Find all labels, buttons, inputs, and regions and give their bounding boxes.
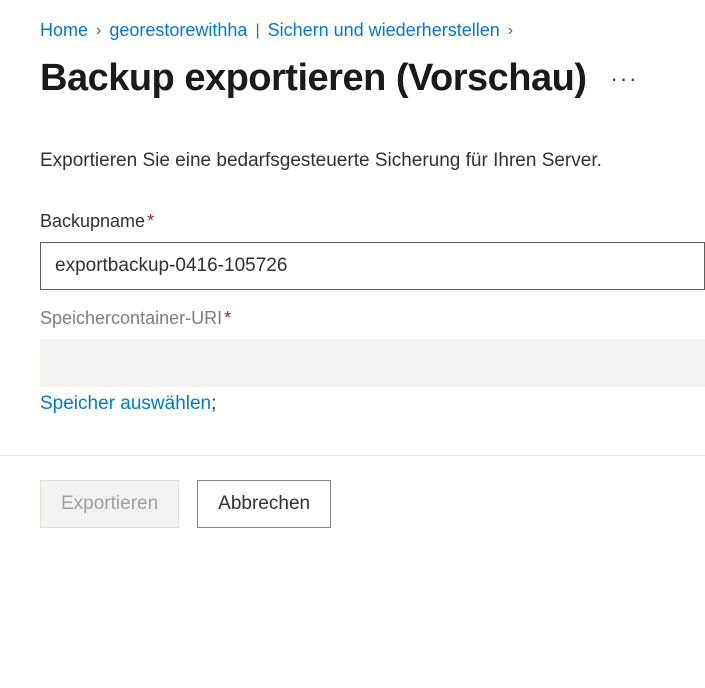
backup-name-input[interactable]	[40, 242, 705, 290]
cancel-button[interactable]: Abbrechen	[197, 480, 331, 528]
storage-uri-input	[40, 339, 705, 387]
breadcrumb: Home › georestorewithha | Sichern und wi…	[40, 20, 705, 41]
breadcrumb-home[interactable]: Home	[40, 20, 88, 41]
chevron-right-icon: ›	[96, 22, 101, 40]
breadcrumb-resource[interactable]: georestorewithha	[109, 20, 247, 41]
storage-uri-label-text: Speichercontainer-URI	[40, 308, 222, 328]
storage-uri-label: Speichercontainer-URI*	[40, 308, 705, 329]
required-asterisk-icon: *	[224, 308, 231, 328]
page-title: Backup exportieren (Vorschau)	[40, 57, 587, 100]
export-button: Exportieren	[40, 480, 179, 528]
pipe-separator: |	[255, 22, 259, 40]
select-storage-link[interactable]: Speicher auswählen	[40, 393, 211, 415]
required-asterisk-icon: *	[147, 211, 154, 231]
semicolon-text: ;	[211, 393, 216, 414]
page-description: Exportieren Sie eine bedarfsgesteuerte S…	[40, 148, 705, 175]
action-bar: Exportieren Abbrechen	[0, 455, 705, 552]
backup-name-label-text: Backupname	[40, 211, 145, 231]
backup-name-label: Backupname*	[40, 211, 705, 232]
chevron-right-icon: ›	[508, 22, 513, 40]
more-actions-button[interactable]: ···	[603, 62, 647, 96]
breadcrumb-section[interactable]: Sichern und wiederherstellen	[268, 20, 500, 41]
